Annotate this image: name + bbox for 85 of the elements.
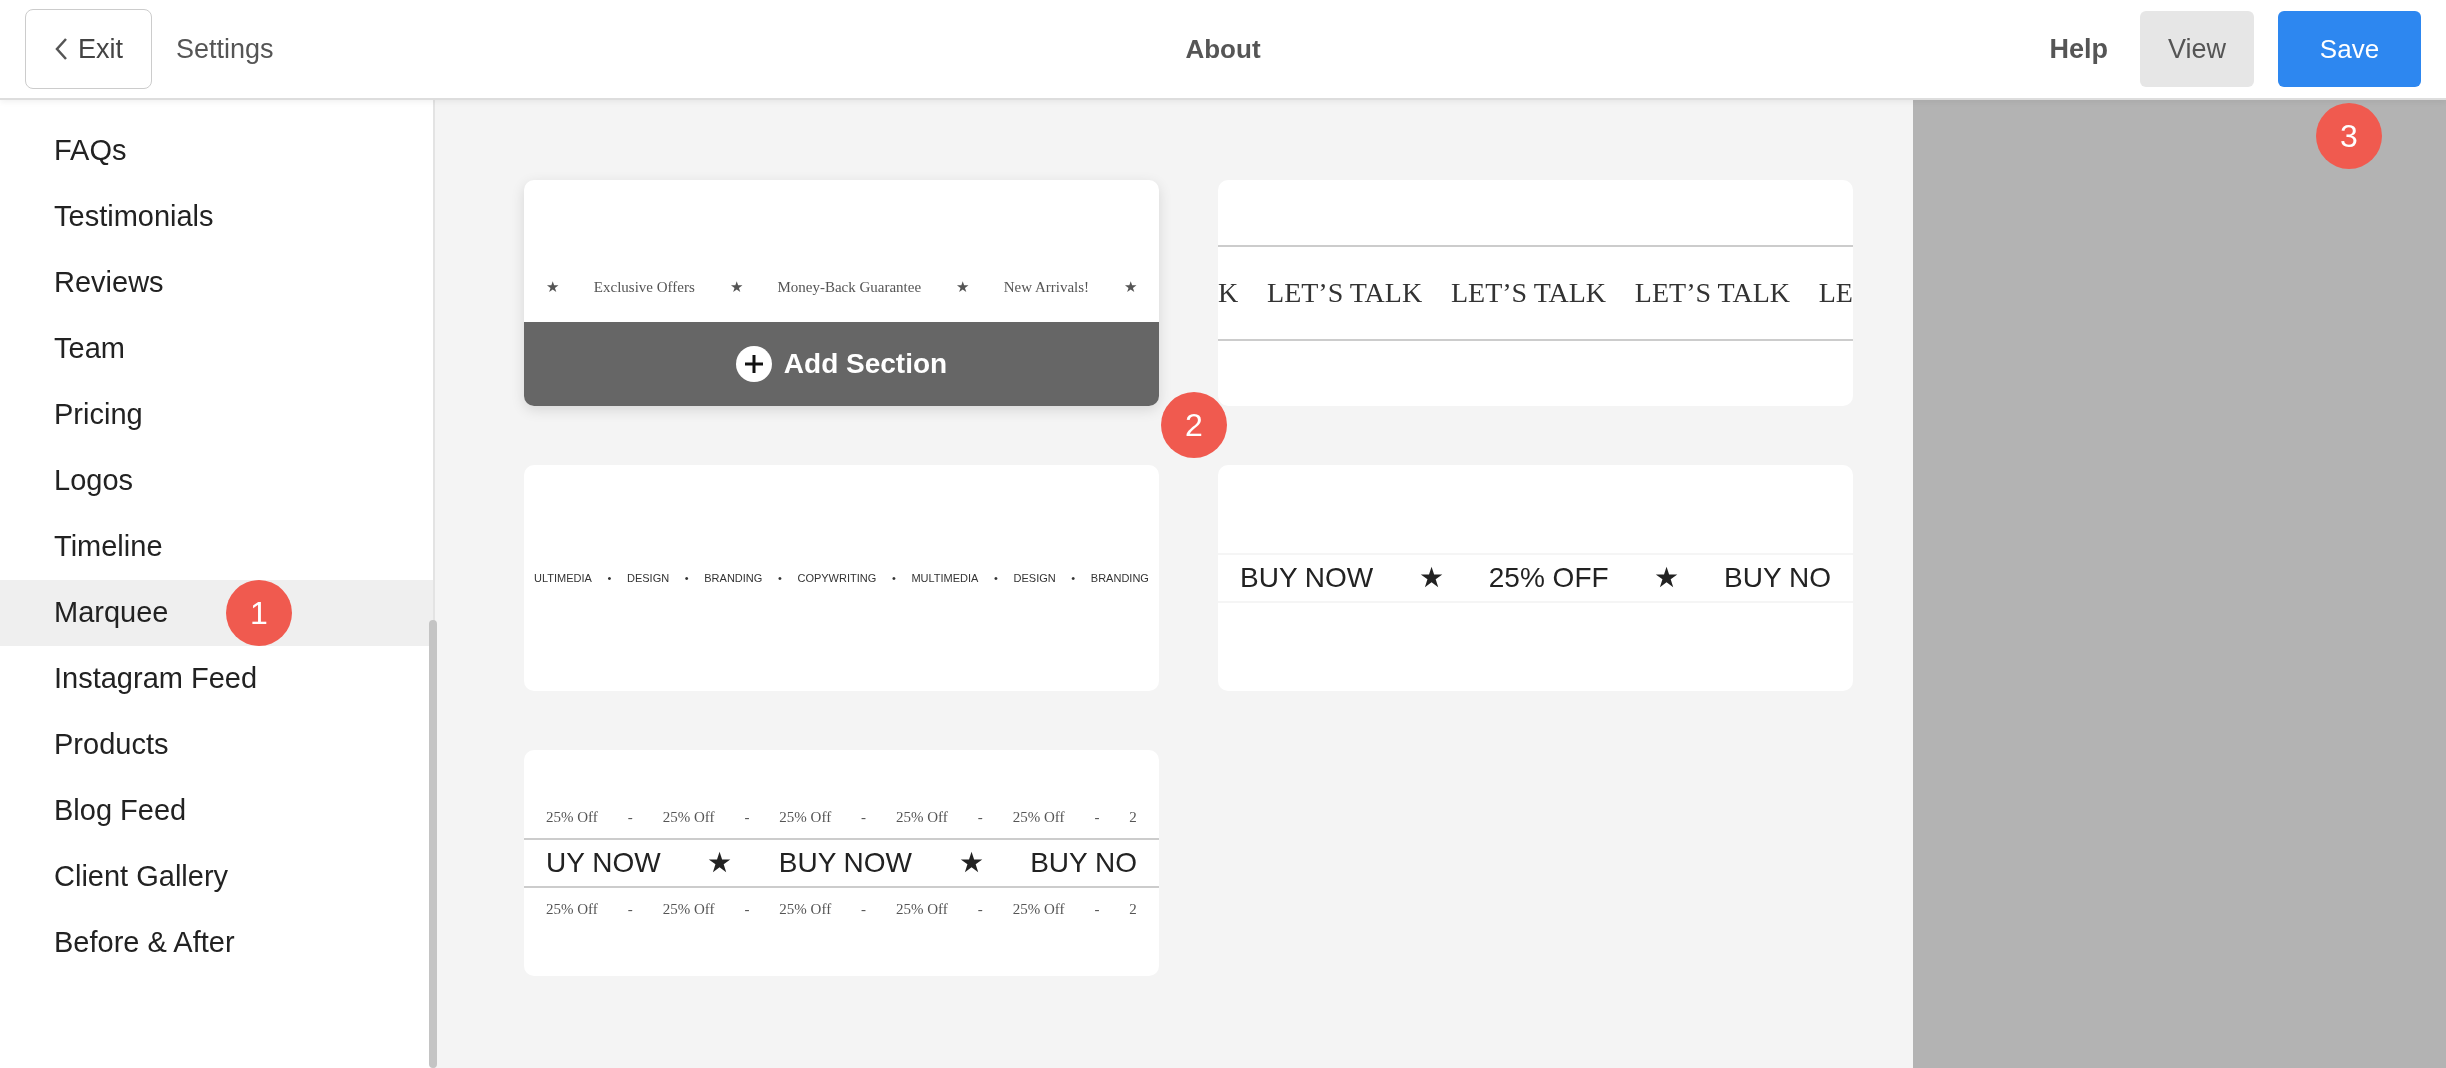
marquee-text: Money-Back Guarantee [777, 277, 922, 297]
marquee-text: - [1094, 900, 1100, 919]
marquee-text: ULTIMEDIA [534, 570, 592, 586]
marquee-text: 25% Off [662, 900, 715, 919]
section-preview-card[interactable]: 25% Off - 25% Off - 25% Off - 25% Off - 25% Off - 2 UY NOW ★ BUY NOW ★ BUY NO 25% Off - 25% Off - 25% Off - 25% Off - 25% Off - 2 [524, 750, 1159, 976]
sidebar-item[interactable]: Logos [0, 448, 433, 514]
settings-link[interactable]: Settings [176, 28, 274, 70]
marquee-text: ★ [1653, 561, 1679, 595]
marquee-text: - [861, 900, 867, 919]
marquee-text: MULTIMEDIA [911, 570, 979, 586]
marquee-text: 2 [1129, 807, 1137, 827]
marquee-text: LET’S TALK [1634, 276, 1790, 310]
marquee-text: - [627, 807, 633, 827]
marquee-text: 25% Off [1012, 807, 1065, 827]
chevron-left-icon [54, 37, 68, 61]
marquee-text: • [777, 570, 782, 586]
sidebar-item[interactable]: Instagram Feed [0, 646, 433, 712]
marquee-text: - [977, 807, 983, 827]
marquee-text: ★ [958, 846, 984, 880]
marquee-text: DESIGN [626, 570, 670, 586]
marquee-text: DESIGN [1013, 570, 1056, 586]
marquee-text: 25% Off [546, 900, 598, 919]
marquee-text: UY NOW [546, 846, 661, 880]
marquee-text: BUY NOW [1240, 561, 1374, 595]
marquee-text: - [1094, 807, 1100, 827]
marquee-text: 25% Off [896, 900, 948, 919]
sidebar-item[interactable]: Before & After [0, 910, 433, 976]
sidebar-item[interactable]: Reviews [0, 250, 433, 316]
step-marker: 2 [1161, 392, 1227, 458]
marquee-text: BRANDING [704, 570, 763, 586]
marquee-text: - [744, 900, 750, 919]
marquee-text: 25% Off [1012, 900, 1065, 919]
marquee-text: COPYWRITING [797, 570, 877, 586]
sidebar-item[interactable]: Testimonials [0, 184, 433, 250]
marquee-text: - [627, 900, 633, 919]
section-preview-card[interactable]: BUY NOW ★ 25% OFF ★ BUY NO [1218, 465, 1853, 691]
marquee-text: • [994, 570, 998, 586]
marquee-text: 2 [1129, 900, 1137, 919]
marquee-text: - [861, 807, 867, 827]
step-marker: 1 [226, 580, 292, 646]
marquee-text: • [607, 570, 612, 586]
marquee-text: ★ [729, 277, 743, 297]
marquee-text: • [891, 570, 896, 586]
marquee-text: - [744, 807, 750, 827]
scrollbar[interactable] [429, 620, 437, 1068]
exit-button[interactable]: Exit [25, 9, 152, 89]
marquee-text: New Arrivals! [1003, 277, 1090, 297]
add-section-button[interactable]: Add Section [524, 322, 1159, 406]
marquee-text: ★ [707, 846, 733, 880]
sidebar-item[interactable]: Pricing [0, 382, 433, 448]
marquee-text: ★ [1418, 561, 1444, 595]
marquee-text: BUY NO [1030, 846, 1137, 880]
marquee-text: Exclusive Offers [593, 277, 695, 297]
sidebar-item[interactable]: Marquee 1 [0, 580, 433, 646]
save-button[interactable]: Save [2278, 11, 2421, 87]
marquee-text: 25% OFF [1488, 561, 1609, 595]
marquee-text: LET’S TALK [1450, 276, 1607, 310]
marquee-text: LET’S TALK [1267, 276, 1423, 310]
marquee-text: 25% Off [779, 807, 832, 827]
view-button[interactable]: View [2140, 11, 2254, 87]
marquee-text: • [1071, 570, 1076, 586]
marquee-text: 25% Off [546, 807, 598, 827]
marquee-text: 25% Off [896, 807, 948, 827]
section-preview-card[interactable]: K LET’S TALK LET’S TALK LET’S TALK LE [1218, 180, 1853, 406]
section-preview-card[interactable]: ULTIMEDIA • DESIGN • BRANDING • COPYWRITING • MULTIMEDIA • DESIGN • BRANDING [524, 465, 1159, 691]
sidebar-item[interactable]: FAQs [0, 118, 433, 184]
sidebar-item[interactable]: Team [0, 316, 433, 382]
marquee-text: BRANDING [1090, 570, 1149, 586]
marquee-text: ★ [1123, 277, 1137, 297]
help-link[interactable]: Help [2049, 28, 2108, 70]
sidebar-item[interactable]: Client Gallery [0, 844, 433, 910]
sidebar-item[interactable]: Products [0, 712, 433, 778]
marquee-text: BUY NOW [778, 846, 912, 880]
marquee-text: BUY NO [1724, 561, 1831, 595]
marquee-text: • [684, 570, 689, 586]
sidebar-item[interactable]: Timeline [0, 514, 433, 580]
marquee-text: - [977, 900, 983, 919]
marquee-text: ★ [955, 277, 969, 297]
marquee-text: ★ [546, 277, 559, 297]
marquee-text: 25% Off [662, 807, 715, 827]
plus-circle-icon [735, 346, 772, 382]
page-title: About [1185, 32, 1261, 66]
marquee-text: 25% Off [779, 900, 832, 919]
sidebar-item[interactable]: Blog Feed [0, 778, 433, 844]
marquee-text: LE [1818, 276, 1853, 310]
